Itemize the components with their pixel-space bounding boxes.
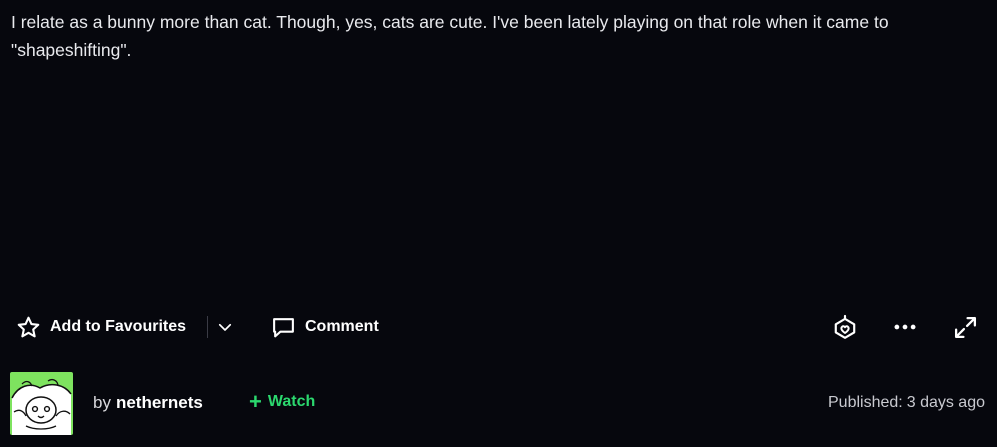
- published-info: Published: 3 days ago: [828, 394, 985, 412]
- toolbar-divider: [207, 316, 208, 338]
- expand-button[interactable]: [952, 314, 978, 340]
- chevron-down-icon: [218, 323, 232, 331]
- watch-button[interactable]: + Watch: [249, 389, 316, 414]
- published-date: 3 days ago: [906, 394, 985, 411]
- deviation-description: I relate as a bunny more than cat. Thoug…: [11, 12, 889, 60]
- author-byline: by nethernets: [93, 393, 203, 413]
- watch-label: Watch: [267, 393, 316, 410]
- comment-label: Comment: [305, 318, 379, 335]
- favourite-options-dropdown[interactable]: [213, 315, 237, 339]
- published-label: Published:: [828, 394, 903, 411]
- expand-arrows-icon: [954, 316, 976, 338]
- author-avatar[interactable]: [10, 372, 73, 435]
- deviation-page: I relate as a bunny more than cat. Thoug…: [0, 0, 997, 447]
- add-to-favourites-button[interactable]: Add to Favourites: [16, 314, 186, 340]
- share-button[interactable]: [832, 314, 858, 340]
- star-outline-icon: [17, 316, 40, 337]
- action-toolbar: Add to Favourites Comment: [0, 306, 997, 348]
- more-dots-icon: [894, 324, 916, 330]
- plus-icon: +: [249, 389, 262, 414]
- comment-button[interactable]: Comment: [271, 314, 379, 340]
- share-badge-icon: [834, 314, 856, 339]
- avatar-drawing-icon: [11, 378, 72, 435]
- speech-bubble-icon: [273, 317, 294, 337]
- more-options-button[interactable]: [892, 314, 918, 340]
- by-label: by: [93, 393, 111, 412]
- author-name-link[interactable]: nethernets: [116, 393, 203, 412]
- favourite-label: Add to Favourites: [50, 318, 187, 335]
- author-footer: by nethernets + Watch Published: 3 days ag…: [0, 372, 997, 436]
